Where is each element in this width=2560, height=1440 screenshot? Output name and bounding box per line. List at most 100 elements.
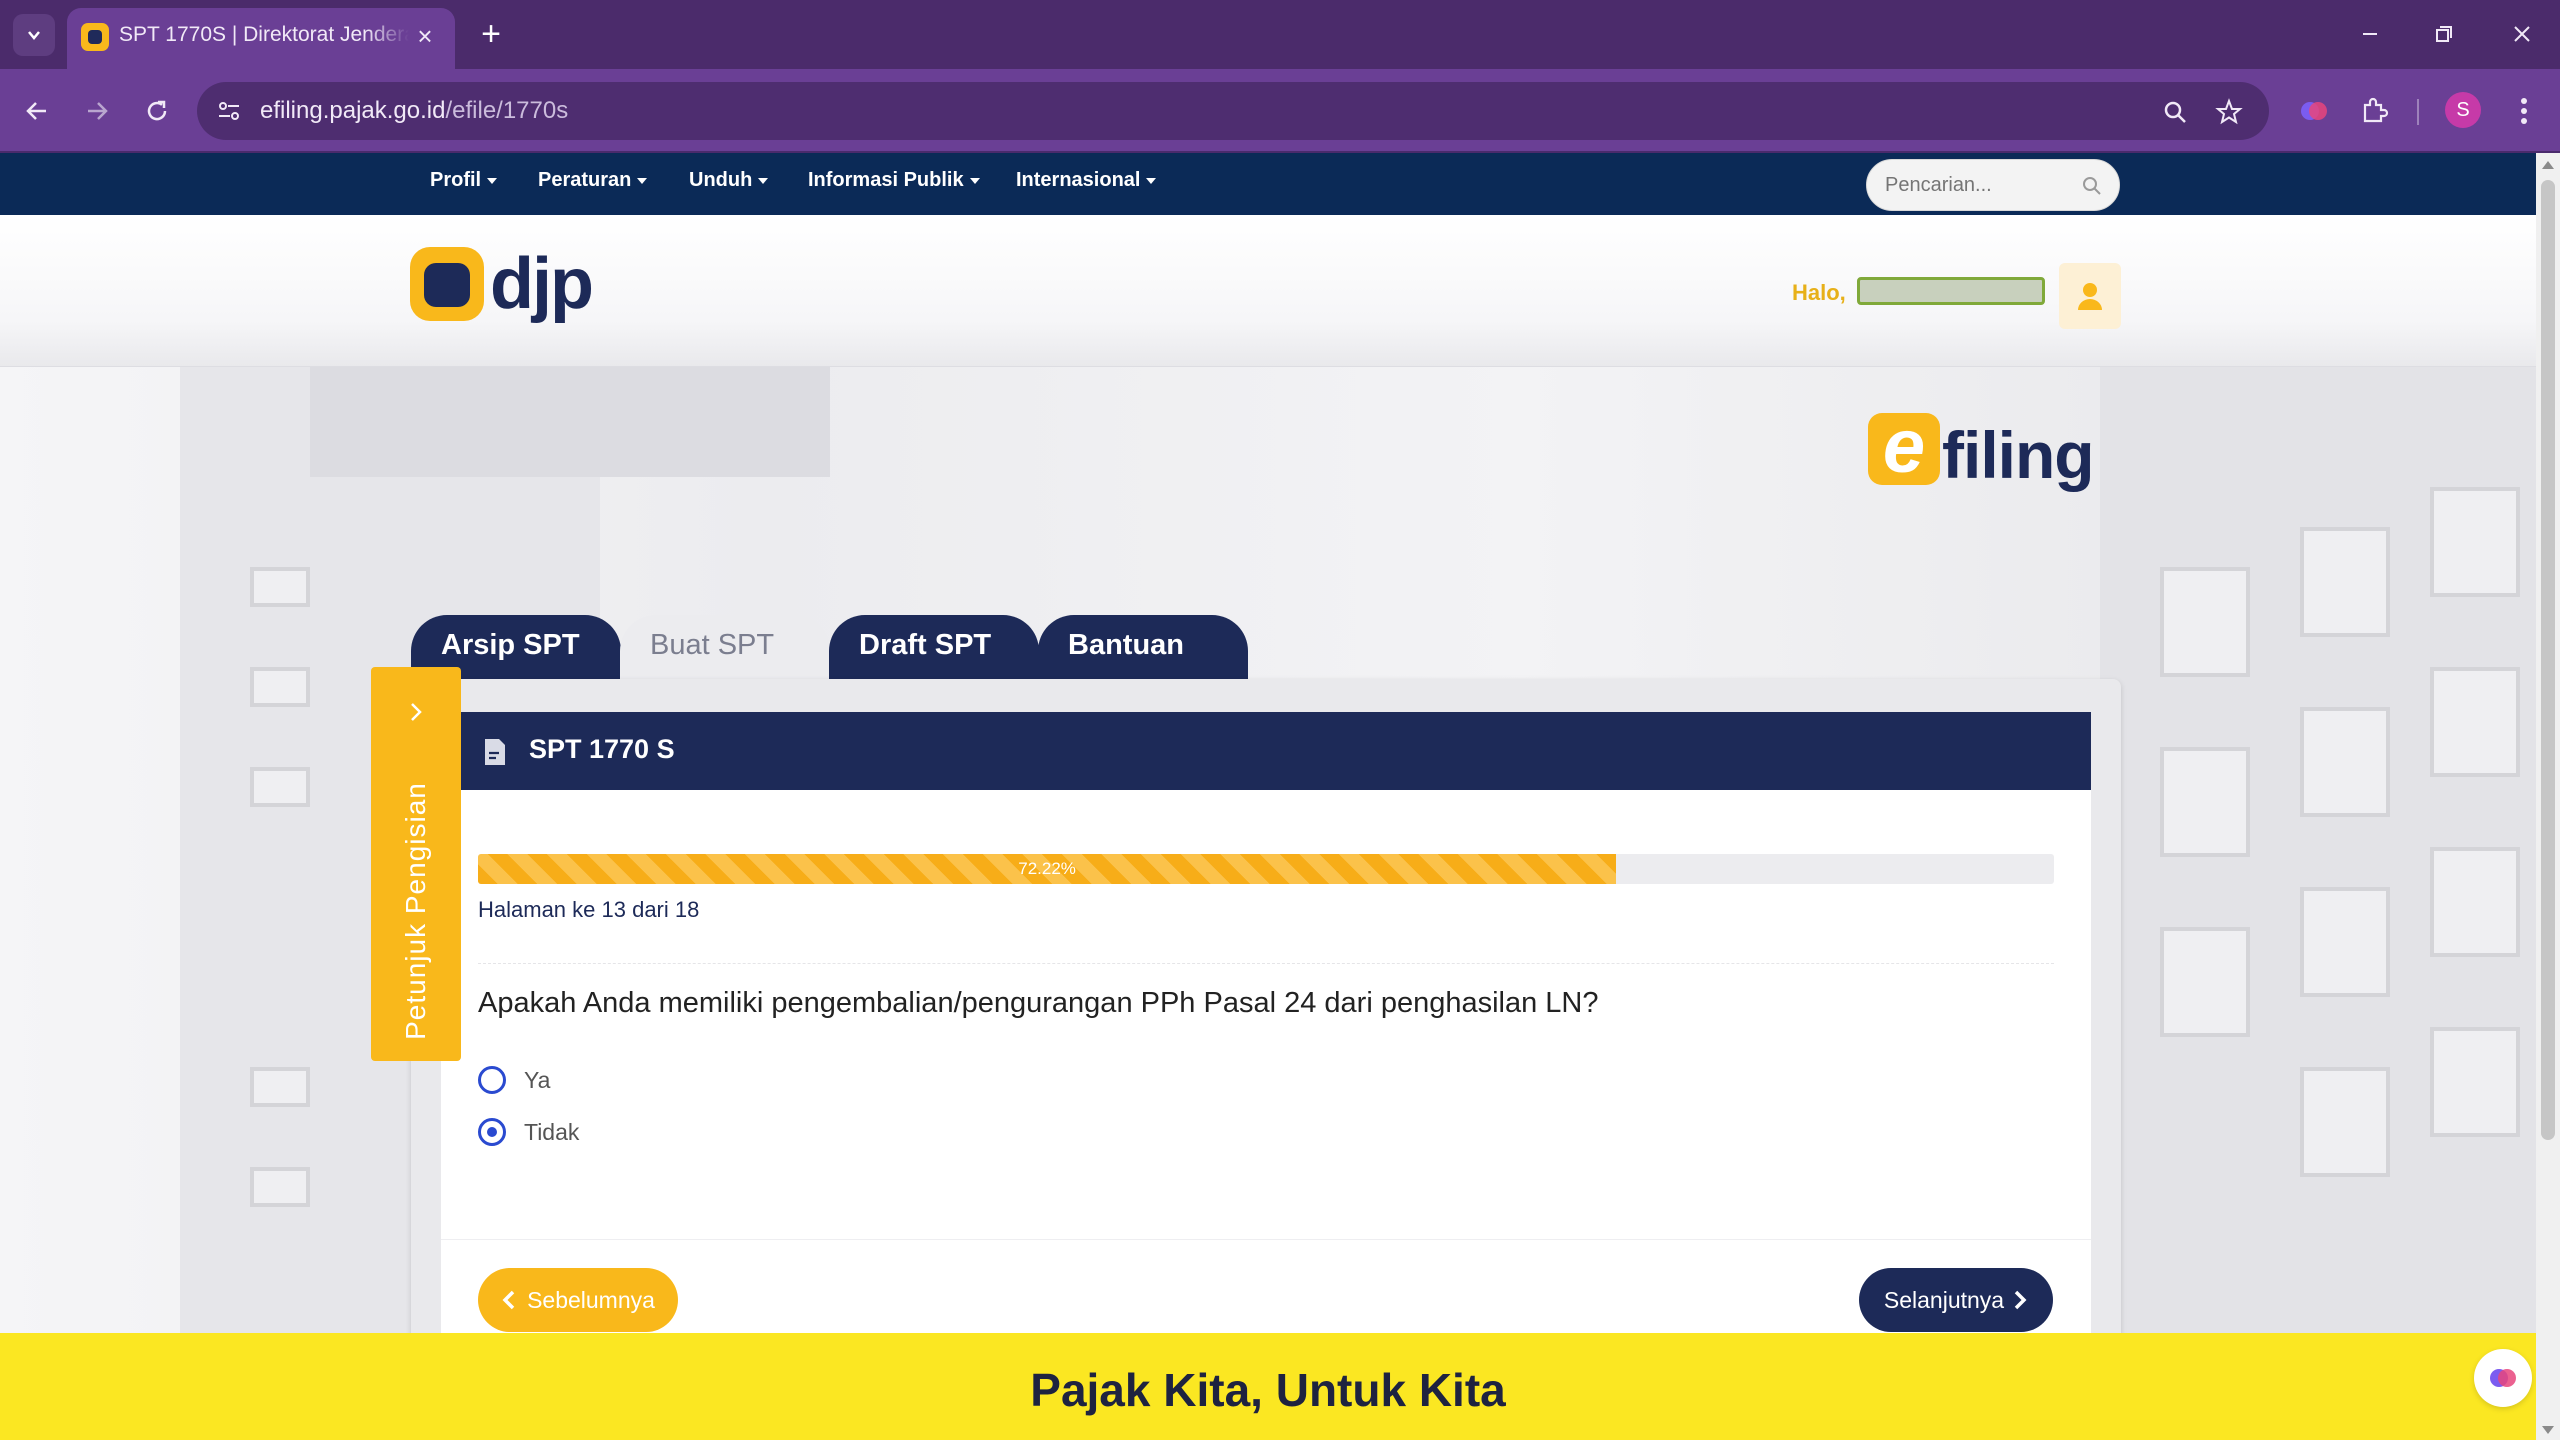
close-icon: [2514, 26, 2530, 42]
tab-draft-spt[interactable]: Draft SPT: [829, 615, 1039, 681]
chevron-right-icon[interactable]: [401, 697, 431, 727]
chevron-down-icon: [28, 31, 40, 40]
caret-down-icon: [969, 177, 980, 184]
background-building-top: [310, 367, 830, 477]
close-window-button[interactable]: [2492, 10, 2552, 58]
arrow-right-icon: [88, 102, 108, 120]
scroll-down-icon[interactable]: [2542, 1426, 2554, 1434]
background-window: [250, 767, 310, 807]
reload-button[interactable]: [135, 89, 179, 133]
filling-guide-tab[interactable]: Petunjuk Pengisian: [371, 667, 461, 1061]
efiling-logo: e filing: [1868, 409, 2095, 492]
filling-guide-label: Petunjuk Pengisian: [400, 782, 431, 1040]
background-window: [2160, 927, 2250, 1037]
tab-bantuan[interactable]: Bantuan: [1038, 615, 1248, 681]
djp-favicon-icon: [81, 23, 109, 51]
background-window: [2430, 1027, 2520, 1137]
nav-peraturan-label: Peraturan: [538, 169, 632, 191]
nav-internasional-label: Internasional: [1016, 169, 1141, 191]
option-ya-label[interactable]: Ya: [524, 1067, 550, 1094]
form-header: SPT 1770 S: [441, 712, 2091, 790]
chevron-right-icon: [2014, 1290, 2027, 1310]
scrollbar-thumb[interactable]: [2541, 180, 2555, 1140]
user-menu-button[interactable]: [2059, 263, 2121, 329]
djp-logo[interactable]: djp: [410, 247, 594, 321]
nav-unduh-label: Unduh: [689, 169, 753, 191]
background-window: [2160, 567, 2250, 677]
spt-panel: SPT 1770 S 72.22% Halaman ke 13 dari 18 …: [411, 679, 2121, 1420]
url-text: efiling.pajak.go.id/efile/1770s: [260, 97, 568, 125]
browser-menu-icon[interactable]: [2506, 93, 2542, 129]
tab-buat-spt[interactable]: Buat SPT: [620, 615, 830, 681]
brain-icon: [2490, 1369, 2516, 1387]
page-info: Halaman ke 13 dari 18: [478, 897, 700, 922]
background-window: [2430, 487, 2520, 597]
background-window: [2300, 527, 2390, 637]
extensions-puzzle-icon[interactable]: [2356, 93, 2392, 129]
background-window: [2430, 667, 2520, 777]
bookmark-star-icon[interactable]: [2213, 96, 2245, 128]
back-button[interactable]: [15, 89, 59, 133]
forward-button[interactable]: [75, 89, 119, 133]
close-tab-icon[interactable]: ×: [409, 20, 441, 52]
background-window: [250, 1067, 310, 1107]
option-tidak-label[interactable]: Tidak: [524, 1119, 579, 1146]
restore-button[interactable]: [2414, 10, 2474, 58]
zoom-icon[interactable]: [2159, 96, 2191, 128]
background-window: [2430, 847, 2520, 957]
tagline-banner: Pajak Kita, Untuk Kita: [0, 1333, 2536, 1440]
efiling-logo-text: filing: [1942, 418, 2095, 492]
reload-icon: [147, 100, 167, 121]
site-settings-icon[interactable]: [215, 97, 243, 125]
divider: [478, 963, 2054, 964]
nav-profil-label: Profil: [430, 169, 482, 191]
site-top-navigation: Profil Peraturan Unduh Informasi Publik …: [0, 153, 2536, 215]
option-tidak[interactable]: Tidak: [478, 1118, 579, 1146]
minimize-icon: [2363, 33, 2377, 35]
next-button[interactable]: Selanjutnya: [1859, 1268, 2053, 1332]
site-search-input[interactable]: [1885, 170, 2075, 200]
new-tab-button[interactable]: +: [470, 14, 512, 56]
page-scrollbar[interactable]: [2536, 153, 2560, 1440]
minimize-button[interactable]: [2340, 10, 2400, 58]
background-window: [2300, 707, 2390, 817]
option-ya[interactable]: Ya: [478, 1066, 550, 1094]
footer-divider: [441, 1239, 2091, 1240]
djp-logo-mark: [410, 247, 484, 321]
progress-label: 72.22%: [1018, 859, 1076, 878]
spt-form-card: SPT 1770 S 72.22% Halaman ke 13 dari 18 …: [441, 712, 2091, 1354]
nav-unduh[interactable]: Unduh: [689, 169, 769, 192]
search-icon[interactable]: [2081, 175, 2103, 197]
restore-icon: [2436, 26, 2452, 42]
nav-informasi-publik[interactable]: Informasi Publik: [808, 169, 980, 192]
profile-avatar[interactable]: S: [2445, 92, 2481, 128]
radio-tidak[interactable]: [478, 1118, 506, 1146]
previous-button-label: Sebelumnya: [527, 1286, 655, 1313]
scroll-up-icon[interactable]: [2542, 161, 2554, 169]
arrow-left-icon: [26, 102, 46, 120]
caret-down-icon: [1146, 177, 1157, 184]
page-viewport: Profil Peraturan Unduh Informasi Publik …: [0, 153, 2536, 1440]
browser-toolbar: efiling.pajak.go.id/efile/1770s S: [0, 69, 2560, 153]
nav-internasional[interactable]: Internasional: [1016, 169, 1157, 192]
tab-title: SPT 1770S | Direktorat Jenderal Pajak: [119, 23, 409, 46]
address-bar[interactable]: efiling.pajak.go.id/efile/1770s: [197, 82, 2269, 140]
nav-informasi-publik-label: Informasi Publik: [808, 169, 964, 191]
nav-profil[interactable]: Profil: [430, 169, 498, 192]
user-icon: [2078, 283, 2102, 310]
browser-tab-active[interactable]: SPT 1770S | Direktorat Jenderal Pajak ×: [67, 8, 455, 69]
caret-down-icon: [758, 177, 769, 184]
nav-peraturan[interactable]: Peraturan: [538, 169, 648, 192]
progress-fill: 72.22%: [478, 854, 1617, 884]
assistant-button[interactable]: [2474, 1349, 2532, 1407]
previous-button[interactable]: Sebelumnya: [478, 1268, 678, 1332]
url-host: efiling.pajak.go.id: [260, 97, 446, 124]
background-window: [250, 667, 310, 707]
caret-down-icon: [637, 177, 648, 184]
extension-brain-icon[interactable]: [2296, 93, 2332, 129]
progress-bar: 72.22%: [478, 854, 2054, 884]
tab-search-button[interactable]: [13, 14, 55, 56]
background-window: [2300, 887, 2390, 997]
background-window: [250, 567, 310, 607]
radio-ya[interactable]: [478, 1066, 506, 1094]
